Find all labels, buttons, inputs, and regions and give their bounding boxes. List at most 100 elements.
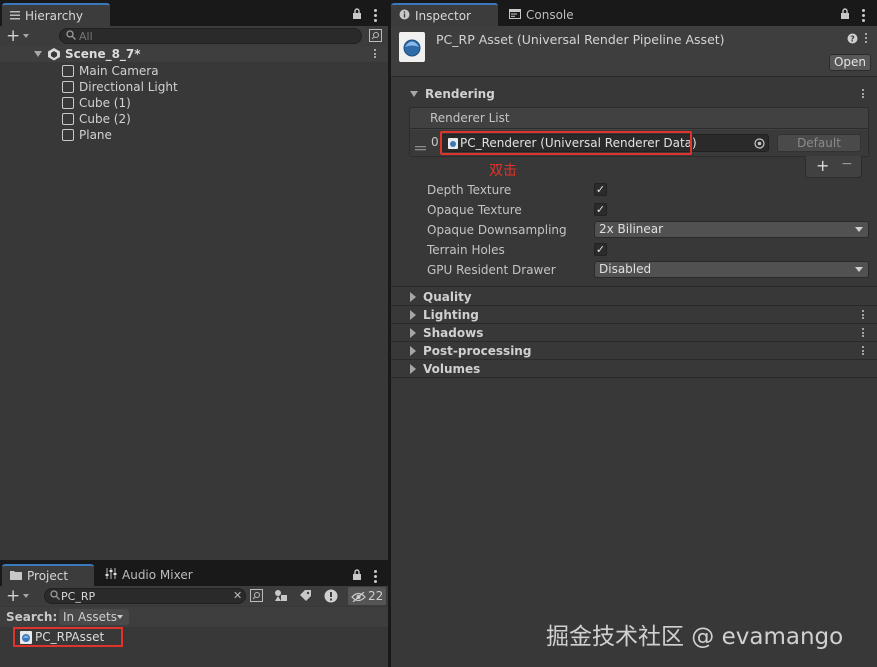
annotation-double-click: 双击 (489, 163, 517, 179)
opaque-texture-checkbox[interactable]: ✓ (594, 203, 607, 216)
in-assets-label: In Assets (63, 610, 118, 624)
gpu-resident-drawer-label: GPU Resident Drawer (427, 263, 556, 277)
tab-inspector-label: Inspector (415, 8, 471, 23)
chevron-down-icon[interactable] (23, 594, 29, 598)
project-result-label: PC_RPAsset (35, 630, 105, 644)
section-shadows-label: Shadows (423, 326, 484, 340)
watermark: 掘金技术社区 @ evamango (546, 624, 844, 650)
terrain-holes-label: Terrain Holes (427, 243, 505, 257)
add-icon[interactable]: + (6, 26, 20, 46)
expand-arrow-icon[interactable] (34, 51, 42, 57)
opaque-downsampling-dropdown[interactable]: 2x Bilinear (594, 221, 869, 238)
expand-arrow-icon (410, 91, 418, 97)
collapse-arrow-icon (410, 328, 416, 338)
eye-slash-icon (351, 591, 366, 605)
search-icon (50, 590, 61, 604)
asset-title: PC_RP Asset (Universal Render Pipeline A… (436, 32, 725, 47)
urp-asset-icon (20, 631, 32, 647)
section-menu-icon[interactable] (862, 328, 865, 339)
section-divider (391, 377, 877, 378)
help-icon[interactable]: ? (847, 33, 858, 47)
default-button[interactable]: Default (777, 134, 861, 152)
in-assets-dropdown[interactable]: In Assets (59, 609, 129, 625)
chevron-down-icon (117, 615, 123, 619)
search-options-icon[interactable] (369, 29, 382, 45)
section-volumes[interactable]: Volumes (391, 360, 877, 378)
search-icon (66, 30, 77, 44)
filter-by-type-icon[interactable] (274, 589, 288, 605)
warning-icon[interactable] (324, 589, 338, 606)
inspector-menu-icon[interactable] (862, 9, 865, 24)
project-result-item[interactable]: PC_RPAsset (13, 627, 123, 647)
tab-audio-mixer[interactable]: Audio Mixer (97, 564, 207, 586)
open-button[interactable]: Open (829, 54, 871, 71)
folder-icon (10, 569, 22, 583)
hierarchy-item-cube-1[interactable]: Cube (1) (62, 95, 131, 111)
unity-scene-icon (47, 47, 61, 64)
section-lighting[interactable]: Lighting (391, 306, 877, 324)
object-picker-icon[interactable] (754, 138, 765, 152)
renderer-list-header: Renderer List (410, 108, 868, 129)
tab-project[interactable]: Project (2, 564, 94, 586)
hierarchy-search-input[interactable]: All (59, 28, 362, 44)
search-scope-bar: Search: In Assets (0, 607, 388, 627)
hidden-packages-toggle[interactable]: 22 (348, 587, 386, 605)
hierarchy-item-main-camera[interactable]: Main Camera (62, 63, 159, 79)
chevron-down-icon (855, 267, 863, 272)
hierarchy-panel (0, 26, 388, 560)
clear-search-icon[interactable]: ✕ (233, 589, 242, 602)
label-icon[interactable] (299, 589, 312, 605)
lock-icon[interactable] (840, 8, 850, 22)
depth-texture-checkbox[interactable]: ✓ (594, 183, 607, 196)
hierarchy-item-plane[interactable]: Plane (62, 127, 112, 143)
hierarchy-item-label: Plane (79, 128, 112, 142)
hidden-count: 22 (368, 589, 384, 603)
chevron-down-icon[interactable] (23, 34, 29, 38)
drag-handle-icon[interactable] (415, 140, 426, 154)
gpu-resident-drawer-dropdown[interactable]: Disabled (594, 261, 869, 278)
hierarchy-item-directional-light[interactable]: Directional Light (62, 79, 178, 95)
section-shadows[interactable]: Shadows (391, 324, 877, 342)
tab-project-label: Project (27, 569, 69, 583)
section-volumes-label: Volumes (423, 362, 481, 376)
project-menu-icon[interactable] (374, 570, 377, 585)
lock-icon[interactable] (352, 569, 362, 583)
hierarchy-toolbar: + All (0, 26, 388, 46)
tab-console[interactable]: Console (501, 3, 581, 26)
add-renderer-button[interactable]: + (816, 156, 829, 175)
section-menu-icon[interactable] (862, 346, 865, 357)
section-rendering[interactable]: Rendering (391, 85, 877, 103)
renderer-list-label: Renderer List (430, 111, 510, 125)
tab-hierarchy[interactable]: Hierarchy (2, 3, 110, 26)
collapse-arrow-icon (410, 346, 416, 356)
hierarchy-menu-icon[interactable] (374, 9, 377, 24)
renderer-index: 0 (431, 135, 439, 149)
section-quality[interactable]: Quality (391, 288, 877, 306)
section-post-processing[interactable]: Post-processing (391, 342, 877, 360)
section-menu-icon[interactable] (862, 89, 865, 100)
remove-renderer-button[interactable]: − (841, 156, 853, 172)
project-search-value: PC_RP (61, 590, 96, 603)
section-post-processing-label: Post-processing (423, 344, 532, 358)
lock-icon[interactable] (352, 8, 362, 22)
section-divider (391, 286, 877, 287)
hierarchy-item-label: Directional Light (79, 80, 178, 94)
terrain-holes-checkbox[interactable]: ✓ (594, 243, 607, 256)
hierarchy-item-cube-2[interactable]: Cube (2) (62, 111, 131, 127)
list-add-remove-footer: + − (805, 156, 862, 178)
scene-row[interactable]: Scene_8_7* (0, 46, 388, 62)
search-options-icon[interactable] (250, 589, 263, 605)
section-lighting-label: Lighting (423, 308, 479, 322)
project-search-input[interactable]: PC_RP ✕ (44, 588, 246, 604)
header-menu-icon[interactable] (865, 33, 868, 45)
info-icon (399, 9, 410, 23)
tab-hierarchy-label: Hierarchy (25, 8, 84, 23)
project-toolbar: + PC_RP ✕ 22 (0, 586, 388, 606)
section-menu-icon[interactable] (862, 310, 865, 321)
inspector-header: PC_RP Asset (Universal Render Pipeline A… (391, 26, 877, 76)
add-icon[interactable]: + (6, 586, 20, 606)
scene-menu-icon[interactable] (374, 49, 377, 60)
tab-inspector[interactable]: Inspector (391, 3, 498, 26)
collapse-arrow-icon (410, 292, 416, 302)
opaque-texture-label: Opaque Texture (427, 203, 522, 217)
